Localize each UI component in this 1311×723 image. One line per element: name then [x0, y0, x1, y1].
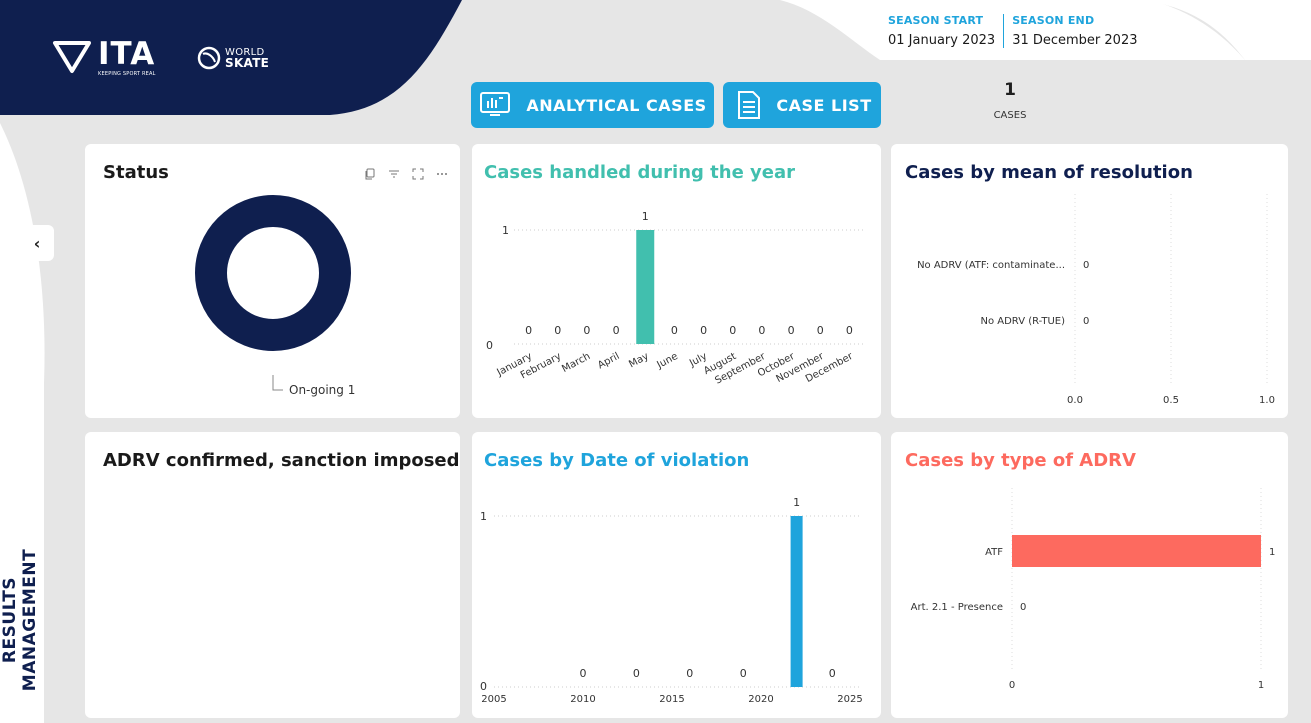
ita-shield-icon	[53, 41, 91, 73]
bar-value-label: 0	[729, 324, 736, 337]
season-start-label: SEASON START	[888, 14, 984, 27]
analytical-cases-button[interactable]: ANALYTICAL CASES	[471, 82, 714, 128]
x-tick-label: 1	[1258, 680, 1264, 691]
season-start: SEASON START 01 January 2023	[880, 14, 1003, 48]
cases-count-value: 1	[1004, 80, 1016, 100]
bar-value-label: 0	[686, 667, 693, 680]
results-management-label: RESULTS MANAGEMENT	[0, 548, 40, 692]
bar-value-label: 0	[1083, 316, 1089, 327]
y-tick-label: 0	[480, 680, 487, 693]
x-tick-label: 0.0	[1067, 395, 1083, 406]
bar-value-label: 0	[1083, 260, 1089, 271]
adrv-type-card[interactable]: Cases by type of ADRV 0 1 ATF 1 Art. 2.1 - P…	[891, 432, 1288, 718]
donut-leader-line	[272, 375, 283, 391]
bar-atf[interactable]	[1012, 535, 1261, 567]
bar-2022[interactable]	[790, 516, 803, 687]
bar-value-label: 0	[633, 667, 640, 680]
resolution-card[interactable]: Cases by mean of resolution 0.0 0.5 1.0 No …	[891, 144, 1288, 418]
x-tick-label: 2005	[481, 694, 506, 705]
bar-value-label: 0	[846, 324, 853, 337]
x-tick-label: 0.5	[1163, 395, 1179, 406]
x-tick-label: 1.0	[1259, 395, 1275, 406]
adrv-confirmed-card[interactable]: ADRV confirmed, sanction imposed	[85, 432, 460, 718]
x-tick-label: May	[627, 351, 650, 370]
ita-tagline: KEEPING SPORT REAL	[98, 71, 156, 77]
bar-value-label: 0	[613, 324, 620, 337]
donut-slice-on-going[interactable]	[195, 195, 351, 351]
y-category-label: No ADRV (ATF: contaminate...	[917, 260, 1065, 271]
status-card[interactable]: Status On-going 1	[85, 144, 460, 418]
bar-value-label: 0	[671, 324, 678, 337]
bar-value-label: 0	[525, 324, 532, 337]
case-list-button[interactable]: CASE LIST	[723, 82, 881, 128]
adrv-confirmed-title: ADRV confirmed, sanction imposed	[103, 450, 460, 471]
bar-value-label: 0	[740, 667, 747, 680]
y-tick-label: 1	[480, 510, 487, 523]
cases-counter: 1 CASES	[960, 80, 1060, 121]
x-tick-label: March	[560, 351, 592, 375]
cases-year-chart: 100January0February0March0April1May0June…	[486, 210, 864, 387]
adrv-type-chart: 0 1 ATF 1 Art. 2.1 - Presence 0	[911, 488, 1275, 691]
bar-value-label: 1	[642, 210, 649, 223]
bar-value-label: 0	[700, 324, 707, 337]
chevron-left-icon: ‹	[33, 233, 41, 253]
violation-card[interactable]: Cases by Date of violation 1 0 2005 2010 201…	[472, 432, 881, 718]
ita-logo[interactable]: ITA KEEPING SPORT REAL	[52, 36, 156, 77]
results-management-dashboard: ITA KEEPING SPORT REAL WORLD SKATE SEASO…	[0, 0, 1311, 723]
cases-year-card[interactable]: Cases handled during the year 1 0 0 January…	[472, 144, 881, 418]
bar-value-label: 1	[1269, 547, 1275, 558]
world-skate-bottom: SKATE	[225, 56, 270, 70]
collapse-panel-button[interactable]: ‹	[20, 225, 54, 261]
y-tick-label: 0	[486, 339, 493, 352]
bar-value-label: 0	[788, 324, 795, 337]
y-category-label: No ADRV (R-TUE)	[980, 316, 1065, 327]
document-icon	[732, 90, 766, 120]
x-tick-label: 2010	[570, 694, 595, 705]
status-donut-chart: On-going 1	[195, 195, 355, 397]
donut-legend-label: On-going 1	[289, 383, 355, 397]
bar-may[interactable]	[636, 230, 655, 344]
x-tick-label: 2025	[837, 694, 862, 705]
x-tick-label: 2015	[659, 694, 684, 705]
bar-value-label: 0	[583, 324, 590, 337]
bar-value-label: 1	[793, 496, 800, 509]
x-tick-label: June	[655, 351, 680, 371]
bar-value-label: 0	[829, 667, 836, 680]
y-tick-label: 1	[502, 224, 509, 237]
bar-value-label: 0	[1020, 602, 1026, 613]
world-skate-logo[interactable]: WORLD SKATE	[197, 46, 269, 70]
monitor-chart-icon	[478, 90, 512, 120]
y-category-label: Art. 2.1 - Presence	[911, 602, 1003, 613]
cases-count-caption: CASES	[993, 110, 1027, 121]
season-end-value: 31 December 2023	[1012, 33, 1138, 48]
season-start-value: 01 January 2023	[888, 33, 996, 48]
x-tick-label: 2020	[748, 694, 773, 705]
season-end-label: SEASON END	[1012, 14, 1095, 27]
season-end: SEASON END 31 December 2023	[1003, 14, 1145, 48]
bar-value-label: 0	[758, 324, 765, 337]
x-tick-label: 0	[1009, 680, 1015, 691]
y-category-label: ATF	[985, 547, 1003, 558]
analytical-cases-label: ANALYTICAL CASES	[526, 95, 707, 115]
violation-chart: 102005 2010 2015 2020 20250 0 0 010	[480, 496, 863, 705]
case-list-label: CASE LIST	[776, 95, 872, 115]
resolution-chart: 0.0 0.5 1.0 No ADRV (ATF: contaminate... 0 No…	[917, 194, 1275, 406]
season-range: SEASON START 01 January 2023 SEASON END …	[880, 14, 1146, 48]
world-skate-globe-icon	[197, 46, 221, 70]
bar-value-label: 0	[817, 324, 824, 337]
ita-wordmark: ITA	[98, 36, 156, 72]
bar-value-label: 0	[580, 667, 587, 680]
x-tick-label: April	[596, 351, 621, 371]
bar-value-label: 0	[554, 324, 561, 337]
